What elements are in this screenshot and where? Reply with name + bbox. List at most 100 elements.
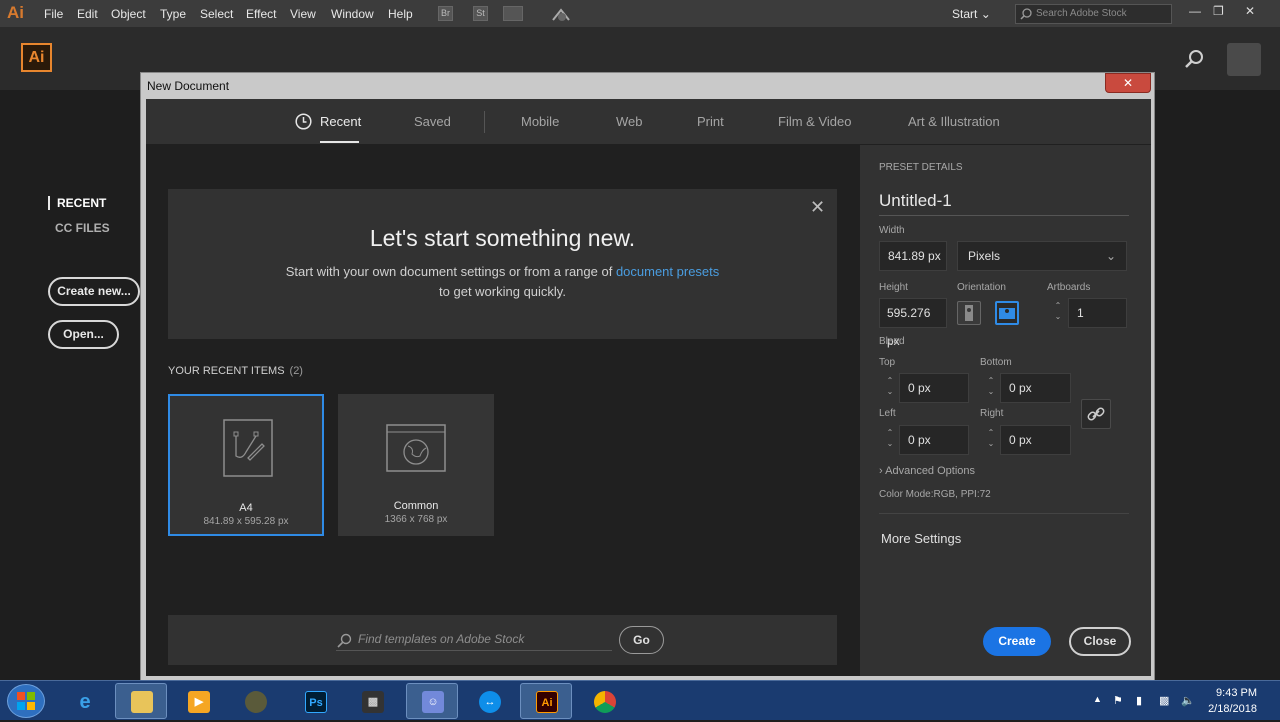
units-select[interactable]: Pixels ⌄ — [957, 241, 1127, 271]
chevron-down-icon: ⌄ — [980, 7, 991, 21]
welcome-subtitle: Start with your own document settings or… — [285, 264, 720, 299]
taskbar-photoshop[interactable]: Ps — [289, 683, 341, 719]
bleed-right-field[interactable]: 0 px — [1000, 425, 1071, 455]
bleed-left-field[interactable]: 0 px — [899, 425, 969, 455]
nav-cc-files[interactable]: CC FILES — [55, 221, 110, 235]
bleed-bottom-field[interactable]: 0 px — [1000, 373, 1071, 403]
welcome-banner: ✕ Let's start something new. Start with … — [168, 189, 837, 339]
tab-mobile[interactable]: Mobile — [521, 114, 559, 129]
width-label: Width — [879, 225, 905, 236]
go-button[interactable]: Go — [619, 626, 664, 654]
bleed-left-label: Left — [879, 408, 896, 419]
document-presets-link[interactable]: document presets — [616, 264, 719, 279]
width-field[interactable]: 841.89 px — [879, 241, 947, 271]
taskbar-discord[interactable]: ☺ — [406, 683, 458, 719]
menu-help[interactable]: Help — [388, 7, 413, 21]
arrange-documents-icon[interactable] — [503, 6, 523, 21]
menu-file[interactable]: File — [44, 7, 63, 21]
clock-date[interactable]: 2/18/2018 — [1197, 703, 1257, 715]
taskbar: e ▶ Ps ▩ ☺ ↔ Ai ▲ ⚑ ▮ ▩ 🔈 9:43 PM 2/18/2… — [0, 680, 1280, 720]
advanced-options-toggle[interactable]: › Advanced Options — [879, 465, 975, 477]
artboards-stepper[interactable]: ⌃ ⌄ — [1051, 300, 1065, 326]
recent-items-header: YOUR RECENT ITEMS (2) — [168, 365, 303, 377]
tab-web[interactable]: Web — [616, 114, 643, 129]
preset-details-header: PRESET DETAILS — [879, 162, 963, 173]
film-strip-icon: ▩ — [362, 691, 384, 713]
nav-recent[interactable]: RECENT — [48, 196, 106, 210]
portrait-orientation-button[interactable] — [957, 301, 981, 325]
close-button[interactable]: Close — [1069, 627, 1131, 656]
menu-type[interactable]: Type — [160, 7, 186, 21]
open-button[interactable]: Open... — [48, 320, 119, 349]
color-mode-info: Color Mode:RGB, PPI:72 — [879, 489, 991, 500]
avatar[interactable] — [1227, 43, 1261, 76]
create-new-button[interactable]: Create new... — [48, 277, 140, 306]
bleed-bottom-stepper[interactable]: ⌃ ⌄ — [984, 375, 998, 401]
active-tab-underline — [320, 141, 359, 143]
stock-template-search[interactable]: Find templates on Adobe Stock — [336, 629, 612, 651]
stock-search-input[interactable]: Search Adobe Stock — [1015, 4, 1172, 24]
network-icon[interactable]: ▩ — [1159, 694, 1169, 707]
landscape-orientation-button[interactable] — [995, 301, 1019, 325]
minimize-button[interactable]: — — [1189, 4, 1201, 18]
taskbar-game[interactable] — [229, 683, 281, 719]
menu-window[interactable]: Window — [331, 7, 374, 21]
chrome-icon — [594, 691, 616, 713]
search-icon[interactable] — [1184, 49, 1204, 69]
menu-edit[interactable]: Edit — [77, 7, 98, 21]
document-art-icon — [223, 419, 273, 477]
new-document-dialog: New Document ✕ Recent Saved Mobile Web P… — [140, 72, 1155, 681]
stock-icon[interactable]: St — [473, 6, 488, 21]
clock-time[interactable]: 9:43 PM — [1207, 687, 1257, 699]
height-field[interactable]: 595.276 px — [879, 298, 947, 348]
media-player-icon: ▶ — [188, 691, 210, 713]
start-button[interactable] — [7, 684, 45, 718]
link-icon — [1087, 407, 1105, 421]
flag-icon[interactable]: ⚑ — [1113, 694, 1123, 707]
internet-explorer-icon: e — [79, 691, 91, 713]
battery-icon[interactable]: ▮ — [1136, 694, 1142, 707]
menu-effect[interactable]: Effect — [246, 7, 276, 21]
volume-icon[interactable]: 🔈 — [1181, 694, 1195, 707]
menu-view[interactable]: View — [290, 7, 316, 21]
restore-button[interactable]: ❐ — [1213, 4, 1224, 18]
close-window-button[interactable]: ✕ — [1245, 4, 1255, 18]
taskbar-illustrator[interactable]: Ai — [520, 683, 572, 719]
create-button[interactable]: Create — [983, 627, 1051, 656]
search-icon — [1020, 8, 1032, 20]
workspace-switcher[interactable]: Start ⌄ — [952, 7, 991, 21]
tray-overflow-icon[interactable]: ▲ — [1093, 694, 1102, 704]
portrait-icon — [965, 305, 973, 321]
tab-film-video[interactable]: Film & Video — [778, 114, 851, 129]
artboards-field[interactable]: 1 — [1068, 298, 1127, 328]
tab-saved[interactable]: Saved — [414, 114, 451, 129]
taskbar-media-player[interactable]: ▶ — [172, 683, 224, 719]
taskbar-teamviewer[interactable]: ↔ — [463, 683, 515, 719]
tab-recent[interactable]: Recent — [320, 114, 361, 129]
taskbar-video-editor[interactable]: ▩ — [346, 683, 398, 719]
search-icon — [337, 633, 352, 648]
taskbar-file-explorer[interactable] — [115, 683, 167, 719]
tab-art-illustration[interactable]: Art & Illustration — [908, 114, 1000, 129]
bleed-left-stepper[interactable]: ⌃ ⌄ — [883, 427, 897, 453]
close-icon[interactable]: ✕ — [810, 197, 825, 218]
recent-item-a4[interactable]: A4 841.89 x 595.28 px — [168, 394, 324, 536]
more-settings-button[interactable]: More Settings — [881, 531, 961, 546]
gpu-performance-icon[interactable] — [551, 6, 571, 23]
recent-item-common[interactable]: Common 1366 x 768 px — [338, 394, 494, 536]
taskbar-internet-explorer[interactable]: e — [58, 683, 110, 719]
menu-bar: Ai File Edit Object Type Select Effect V… — [0, 0, 1280, 28]
document-name-field[interactable]: Untitled-1 — [879, 191, 1129, 216]
taskbar-chrome[interactable] — [578, 683, 630, 719]
bleed-right-stepper[interactable]: ⌃ ⌄ — [984, 427, 998, 453]
chevron-down-icon: ⌄ — [1105, 249, 1116, 263]
link-bleed-button[interactable] — [1081, 399, 1111, 429]
bleed-bottom-label: Bottom — [980, 357, 1012, 368]
bridge-icon[interactable]: Br — [438, 6, 453, 21]
bleed-top-field[interactable]: 0 px — [899, 373, 969, 403]
bleed-top-stepper[interactable]: ⌃ ⌄ — [883, 375, 897, 401]
dialog-close-button[interactable]: ✕ — [1105, 73, 1151, 93]
menu-object[interactable]: Object — [111, 7, 146, 21]
tab-print[interactable]: Print — [697, 114, 724, 129]
menu-select[interactable]: Select — [200, 7, 233, 21]
